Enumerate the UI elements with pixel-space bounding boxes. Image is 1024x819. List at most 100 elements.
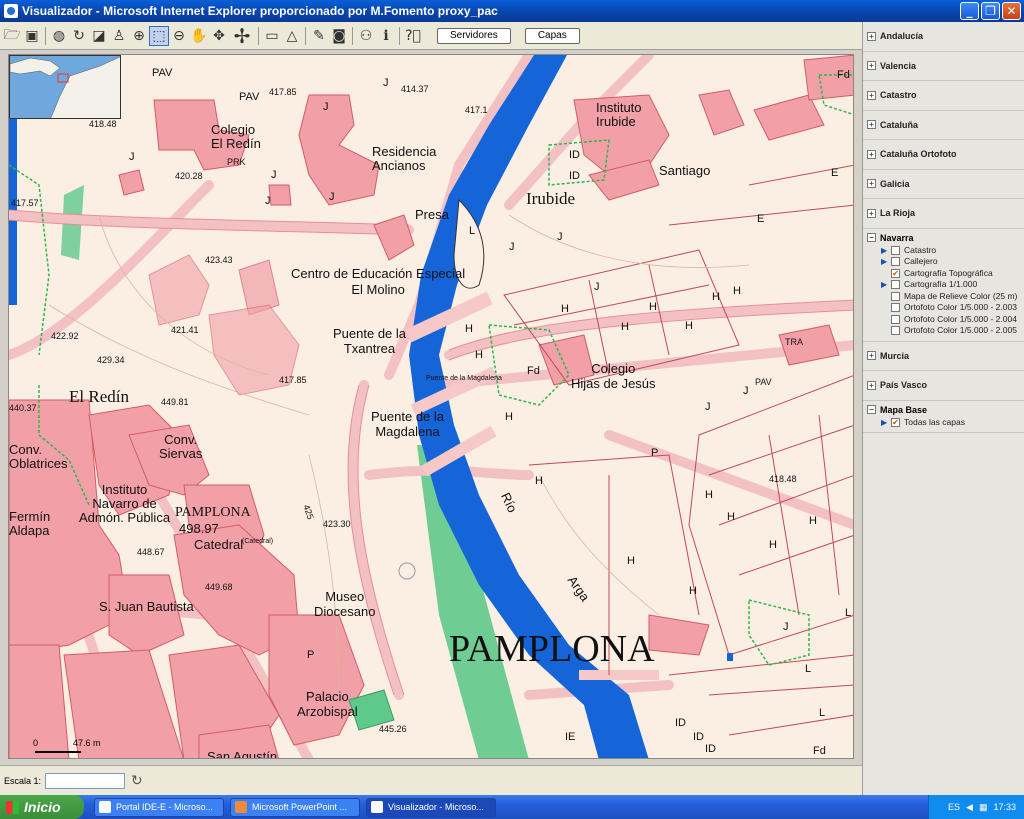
expand-icon[interactable]: +: [867, 208, 876, 218]
layer-groups-2: + Murcia + País Vasco: [863, 342, 1024, 401]
scale-bar-line: [35, 751, 81, 753]
layers-icon[interactable]: ◪: [90, 27, 108, 45]
layer-group-país-vasco[interactable]: + País Vasco: [863, 371, 1024, 401]
capas-button[interactable]: Capas: [524, 27, 580, 44]
refresh-icon[interactable]: ↻: [70, 27, 88, 45]
expand-icon[interactable]: +: [867, 31, 876, 41]
layer-group-navarra: − Navarra ▶ Catastro ▶ Callejero ✔ Cartografí…: [863, 229, 1024, 342]
layer-item[interactable]: Ortofoto Color 1/5.000 - 2.005: [881, 325, 1024, 337]
expand-icon[interactable]: +: [867, 90, 876, 100]
move-icon[interactable]: ✥: [210, 27, 228, 45]
layer-group-mapa-base-header[interactable]: − Mapa Base: [867, 405, 1024, 415]
print-icon[interactable]: ✎: [310, 27, 328, 45]
window-titlebar[interactable]: Visualizador - Microsoft Internet Explor…: [0, 0, 1024, 22]
expand-arrow-icon[interactable]: ▶: [881, 279, 891, 290]
refresh-scale-icon[interactable]: ↻: [131, 773, 143, 789]
layer-group-valencia[interactable]: + Valencia: [863, 52, 1024, 81]
info-icon[interactable]: i: [377, 27, 395, 45]
expand-icon[interactable]: +: [867, 179, 876, 189]
layer-group-andalucía[interactable]: + Andalucía: [863, 22, 1024, 52]
help-icon[interactable]: ?⃝: [404, 27, 422, 45]
globe-icon[interactable]: ◍: [50, 27, 68, 45]
minimize-button[interactable]: _: [960, 2, 979, 20]
pan-arrows-icon[interactable]: ✢: [230, 24, 254, 48]
expand-icon[interactable]: +: [867, 380, 876, 390]
expand-icon[interactable]: +: [867, 120, 876, 130]
map-label: H: [809, 515, 817, 527]
map-label: L: [845, 607, 852, 619]
layer-item[interactable]: Ortofoto Color 1/5.000 - 2.004: [881, 314, 1024, 326]
overview-map[interactable]: [9, 55, 121, 119]
layer-item[interactable]: ▶ Cartografía 1/1.000: [881, 279, 1024, 291]
taskbar-item-visualizador[interactable]: Visualizador - Microso...: [366, 797, 496, 817]
taskbar-item-powerpoint[interactable]: Microsoft PowerPoint ...: [230, 797, 360, 817]
elevation-label: 414.37: [401, 84, 429, 94]
layer-item[interactable]: ▶ Catastro: [881, 245, 1024, 257]
layer-checkbox[interactable]: [891, 326, 900, 335]
back-arrow-icon[interactable]: ◀: [966, 802, 973, 813]
layer-item[interactable]: ▶ Callejero: [881, 256, 1024, 268]
camera-icon[interactable]: ◙: [330, 27, 348, 45]
map-label: Conv. Oblatrices: [9, 442, 68, 471]
layer-group-murcia[interactable]: + Murcia: [863, 342, 1024, 371]
layer-checkbox[interactable]: [891, 303, 900, 312]
elevation-label: 445.26: [379, 724, 407, 734]
layer-checkbox[interactable]: [891, 257, 900, 266]
layer-checkbox[interactable]: [891, 291, 900, 301]
map-view[interactable]: PAV PAV 417.85 414.37 J J 417.1 Colegio …: [8, 54, 854, 759]
maximize-button[interactable]: ❐: [981, 2, 1000, 20]
network-icon[interactable]: ▦: [979, 802, 988, 813]
map-label: E: [757, 213, 765, 225]
map-label: Palacio Arzobispal: [297, 689, 358, 719]
layer-item[interactable]: ▶ ✔ Todas las capas: [881, 417, 1024, 429]
folder-icon[interactable]: 🗁: [3, 27, 21, 45]
zoom-out-icon[interactable]: ⊖: [170, 27, 188, 45]
expand-icon[interactable]: +: [867, 61, 876, 71]
layer-checkbox[interactable]: [891, 280, 900, 289]
collapse-icon[interactable]: −: [867, 405, 876, 414]
map-label: J: [323, 101, 329, 113]
user-icon[interactable]: ♙: [110, 27, 128, 45]
layer-group-galicia[interactable]: + Galicia: [863, 170, 1024, 199]
layer-group-cataluña[interactable]: + Cataluña: [863, 111, 1024, 140]
area-icon[interactable]: △: [283, 27, 301, 45]
map-label: ID: [705, 743, 716, 755]
layer-item-label: Ortofoto Color 1/5.000 - 2.003: [904, 302, 1017, 312]
save-icon[interactable]: ▣: [23, 27, 41, 45]
collapse-icon[interactable]: −: [867, 233, 876, 242]
expand-arrow-icon[interactable]: ▶: [881, 417, 891, 428]
layer-group-cataluña-ortofoto[interactable]: + Cataluña Ortofoto: [863, 140, 1024, 170]
map-label: Fd: [837, 69, 850, 81]
servidores-button[interactable]: Servidores: [437, 27, 511, 44]
start-button[interactable]: Inicio: [0, 795, 84, 819]
ruler-icon[interactable]: ▭: [263, 27, 281, 45]
map-label: Colegio Hijas de Jesús: [571, 361, 656, 391]
expand-icon[interactable]: +: [867, 149, 876, 159]
clock: 17:33: [993, 802, 1016, 812]
layer-item-label: Callejero: [904, 256, 938, 266]
expand-arrow-icon[interactable]: ▶: [881, 245, 891, 256]
layer-checkbox[interactable]: ✔: [891, 417, 900, 427]
expand-icon[interactable]: +: [867, 351, 876, 361]
expand-arrow-icon[interactable]: ▶: [881, 256, 891, 267]
layer-group-navarra-header[interactable]: − Navarra: [867, 233, 1024, 243]
layer-item[interactable]: Ortofoto Color 1/5.000 - 2.003: [881, 302, 1024, 314]
close-button[interactable]: ✕: [1002, 2, 1021, 20]
layer-item[interactable]: ✔ Cartografía Topográfica: [881, 268, 1024, 280]
elevation-label: 422.92: [51, 331, 79, 341]
taskbar-item-portal[interactable]: Portal IDE-E - Microso...: [94, 797, 224, 817]
elevation-label: 423.43: [205, 255, 233, 265]
zoom-box-icon[interactable]: ⬚: [149, 25, 169, 46]
pan-hand-icon[interactable]: ✋: [190, 27, 208, 45]
scale-input[interactable]: [45, 772, 126, 789]
layer-checkbox[interactable]: [891, 314, 900, 324]
layer-group-la-rioja[interactable]: + La Rioja: [863, 199, 1024, 229]
binoculars-icon[interactable]: ⚇: [357, 27, 375, 45]
zoom-in-icon[interactable]: ⊕: [130, 27, 148, 45]
layer-checkbox[interactable]: [891, 245, 900, 255]
layer-group-catastro[interactable]: + Catastro: [863, 81, 1024, 111]
map-label: TRA: [785, 337, 803, 347]
language-indicator[interactable]: ES: [948, 802, 960, 812]
layer-checkbox[interactable]: ✔: [891, 268, 900, 278]
layer-item[interactable]: Mapa de Relieve Color (25 m): [881, 291, 1024, 303]
